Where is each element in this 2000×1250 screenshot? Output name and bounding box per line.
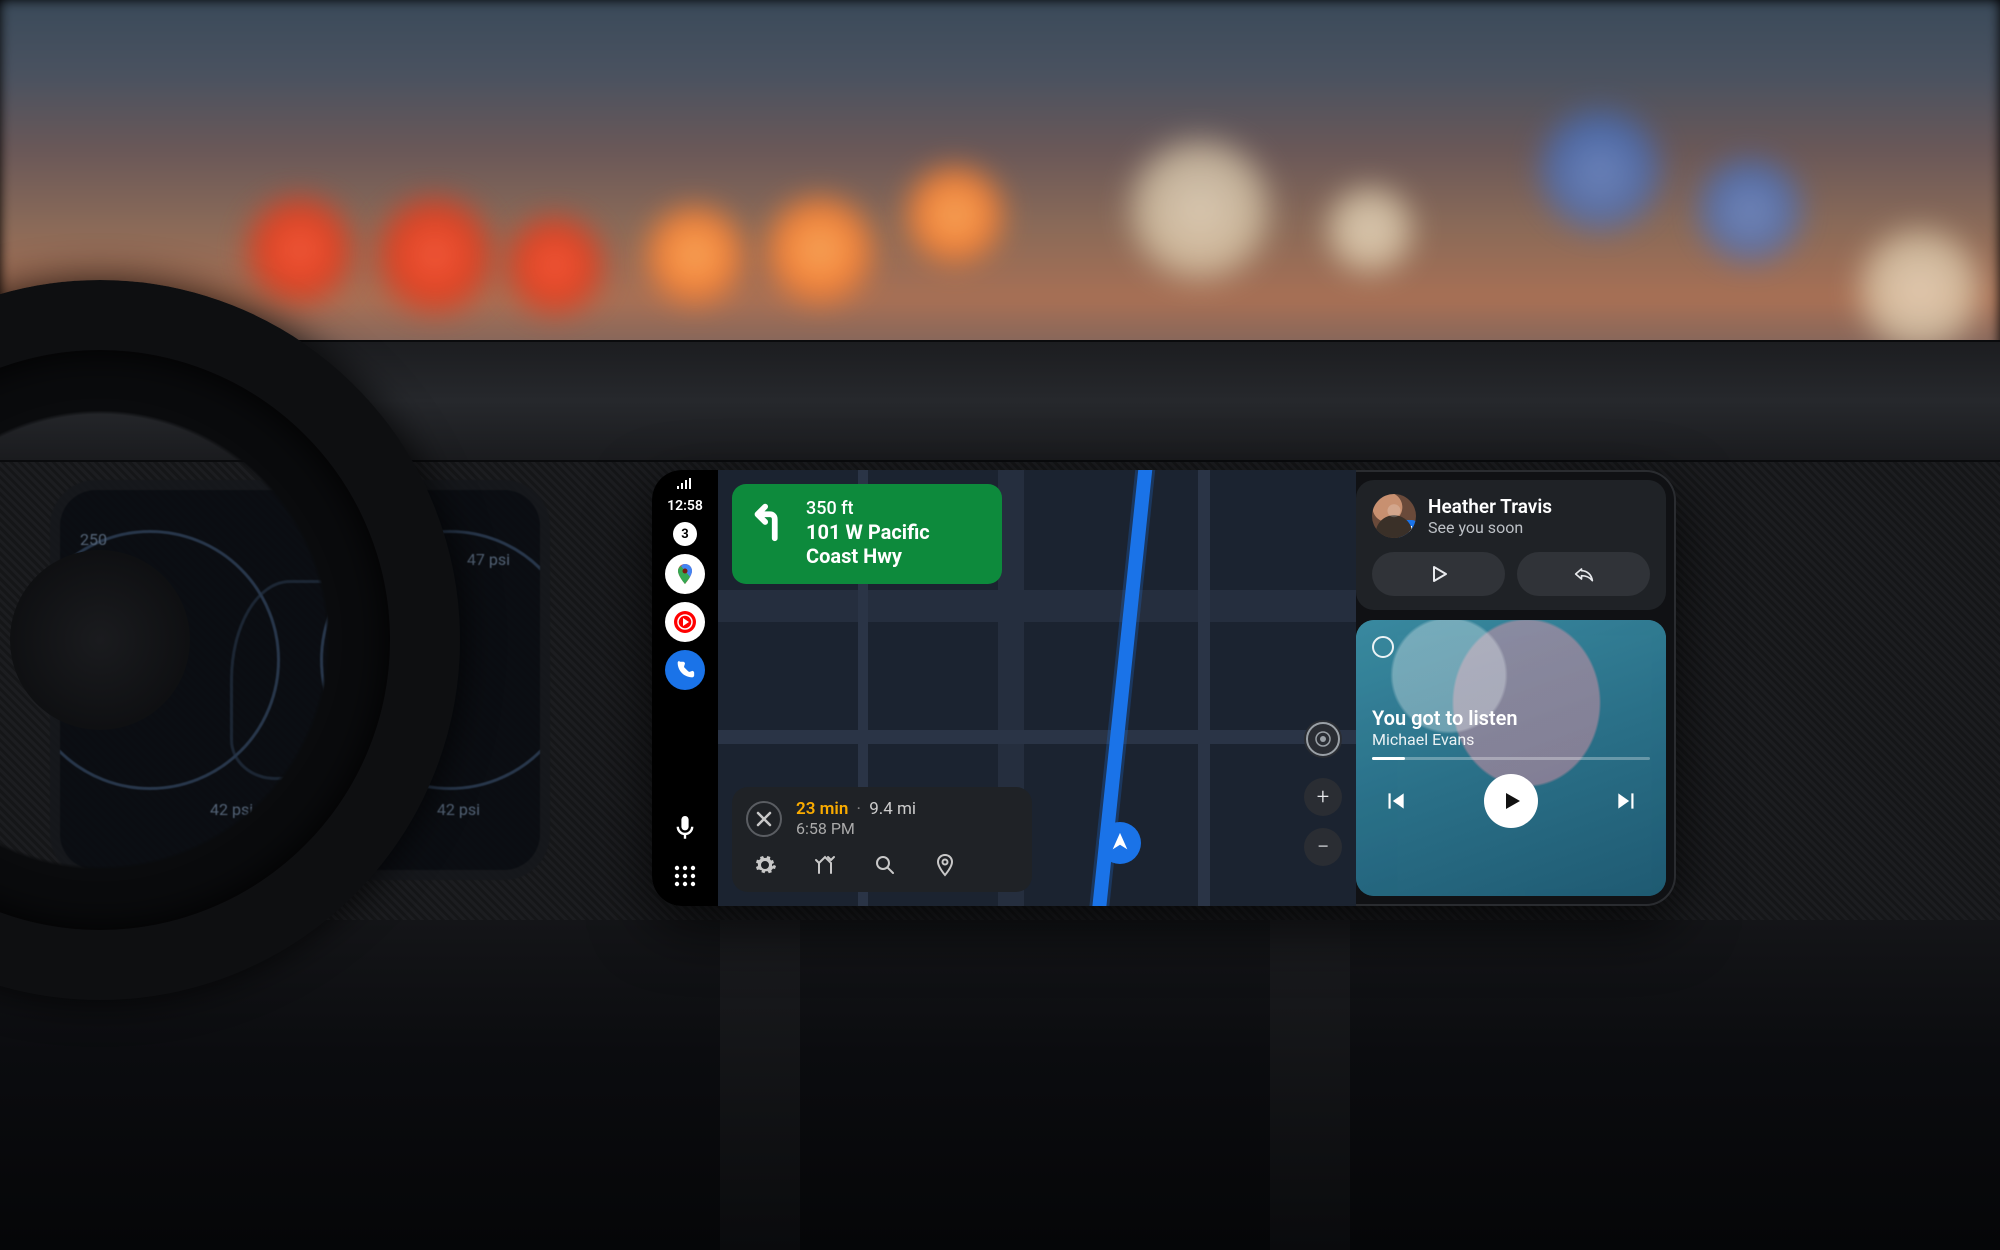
youtube-music-icon [672,609,698,635]
bokeh-light [240,190,360,310]
bokeh-light [1320,180,1420,280]
zoom-out-button[interactable]: − [1304,828,1342,866]
skip-previous-icon [1382,788,1408,814]
app-maps-button[interactable] [665,554,705,594]
console-strut [720,920,800,1250]
maps-icon [673,562,697,586]
bokeh-light [1690,150,1810,270]
message-preview: See you soon [1428,518,1552,537]
console-strut [1270,920,1350,1250]
bokeh-light [640,200,750,310]
pin-icon [933,853,957,877]
signal-icon [676,478,694,490]
search-button[interactable] [870,850,900,880]
bokeh-light [1850,220,1990,360]
gear-icon [753,853,777,877]
gauge-tick: 47 psi [467,550,510,569]
close-navigation-button[interactable] [746,801,782,837]
next-track-button[interactable] [1614,788,1640,814]
assistant-button[interactable] [665,808,705,848]
message-card[interactable]: Heather Travis See you soon [1356,480,1666,610]
message-sender: Heather Travis [1428,495,1552,518]
turn-distance: 350 ft [806,498,930,520]
bokeh-light [1530,100,1670,240]
play-message-button[interactable] [1372,552,1505,596]
playback-progress[interactable] [1372,757,1650,760]
right-column: Heather Travis See you soon You got to l… [1356,470,1676,906]
nav-settings-button[interactable] [750,850,780,880]
app-launcher-button[interactable] [665,856,705,896]
zoom-in-button[interactable]: + [1304,778,1342,816]
notification-badge[interactable]: 3 [673,522,697,546]
contact-avatar [1372,494,1416,538]
routes-icon [813,853,837,877]
play-icon [1499,789,1523,813]
eta-text: 23 min · 9.4 mi 6:58 PM [796,799,916,838]
alternate-routes-button[interactable] [810,850,840,880]
track-artist: Michael Evans [1372,730,1650,749]
current-location-marker [1099,822,1141,864]
map-canvas[interactable]: 350 ft 101 W Pacific Coast Hwy 23 min · … [718,470,1356,906]
eta-panel: 23 min · 9.4 mi 6:58 PM [732,787,1032,892]
turn-card[interactable]: 350 ft 101 W Pacific Coast Hwy [732,484,1002,584]
turn-road-line2: Coast Hwy [806,544,930,568]
play-outline-icon [1430,565,1448,583]
track-title: You got to listen [1372,706,1650,730]
eta-arrival: 6:58 PM [796,819,916,838]
recenter-button[interactable] [1304,720,1342,758]
turn-road-line1: 101 W Pacific [806,520,930,544]
bokeh-light [1120,130,1280,290]
dashboard-lower [0,920,2000,1250]
app-youtube-music-button[interactable] [665,602,705,642]
skip-next-icon [1614,788,1640,814]
media-card[interactable]: You got to listen Michael Evans [1356,620,1666,896]
close-icon [756,811,772,827]
nav-rail: 12:58 3 [652,470,718,906]
gauge-tick: 42 psi [437,800,480,819]
eta-duration: 23 min [796,799,848,819]
reply-button[interactable] [1517,552,1650,596]
reply-icon [1574,565,1594,583]
crosshair-icon [1306,722,1340,756]
bokeh-light [760,190,880,310]
places-button[interactable] [930,850,960,880]
messages-app-badge-icon [1398,520,1416,538]
bokeh-light [500,210,610,320]
app-phone-button[interactable] [665,650,705,690]
media-source-icon [1372,636,1394,658]
infotainment-screen: 12:58 3 [652,470,1676,906]
mic-icon [675,816,695,840]
previous-track-button[interactable] [1382,788,1408,814]
apps-grid-icon [674,865,696,887]
eta-distance: 9.4 mi [869,799,916,819]
turn-left-icon [746,498,792,544]
search-icon [873,853,897,877]
phone-icon [674,659,696,681]
bokeh-light [900,160,1010,270]
status-clock: 12:58 [667,498,703,514]
play-pause-button[interactable] [1484,774,1538,828]
bokeh-light [370,190,500,320]
